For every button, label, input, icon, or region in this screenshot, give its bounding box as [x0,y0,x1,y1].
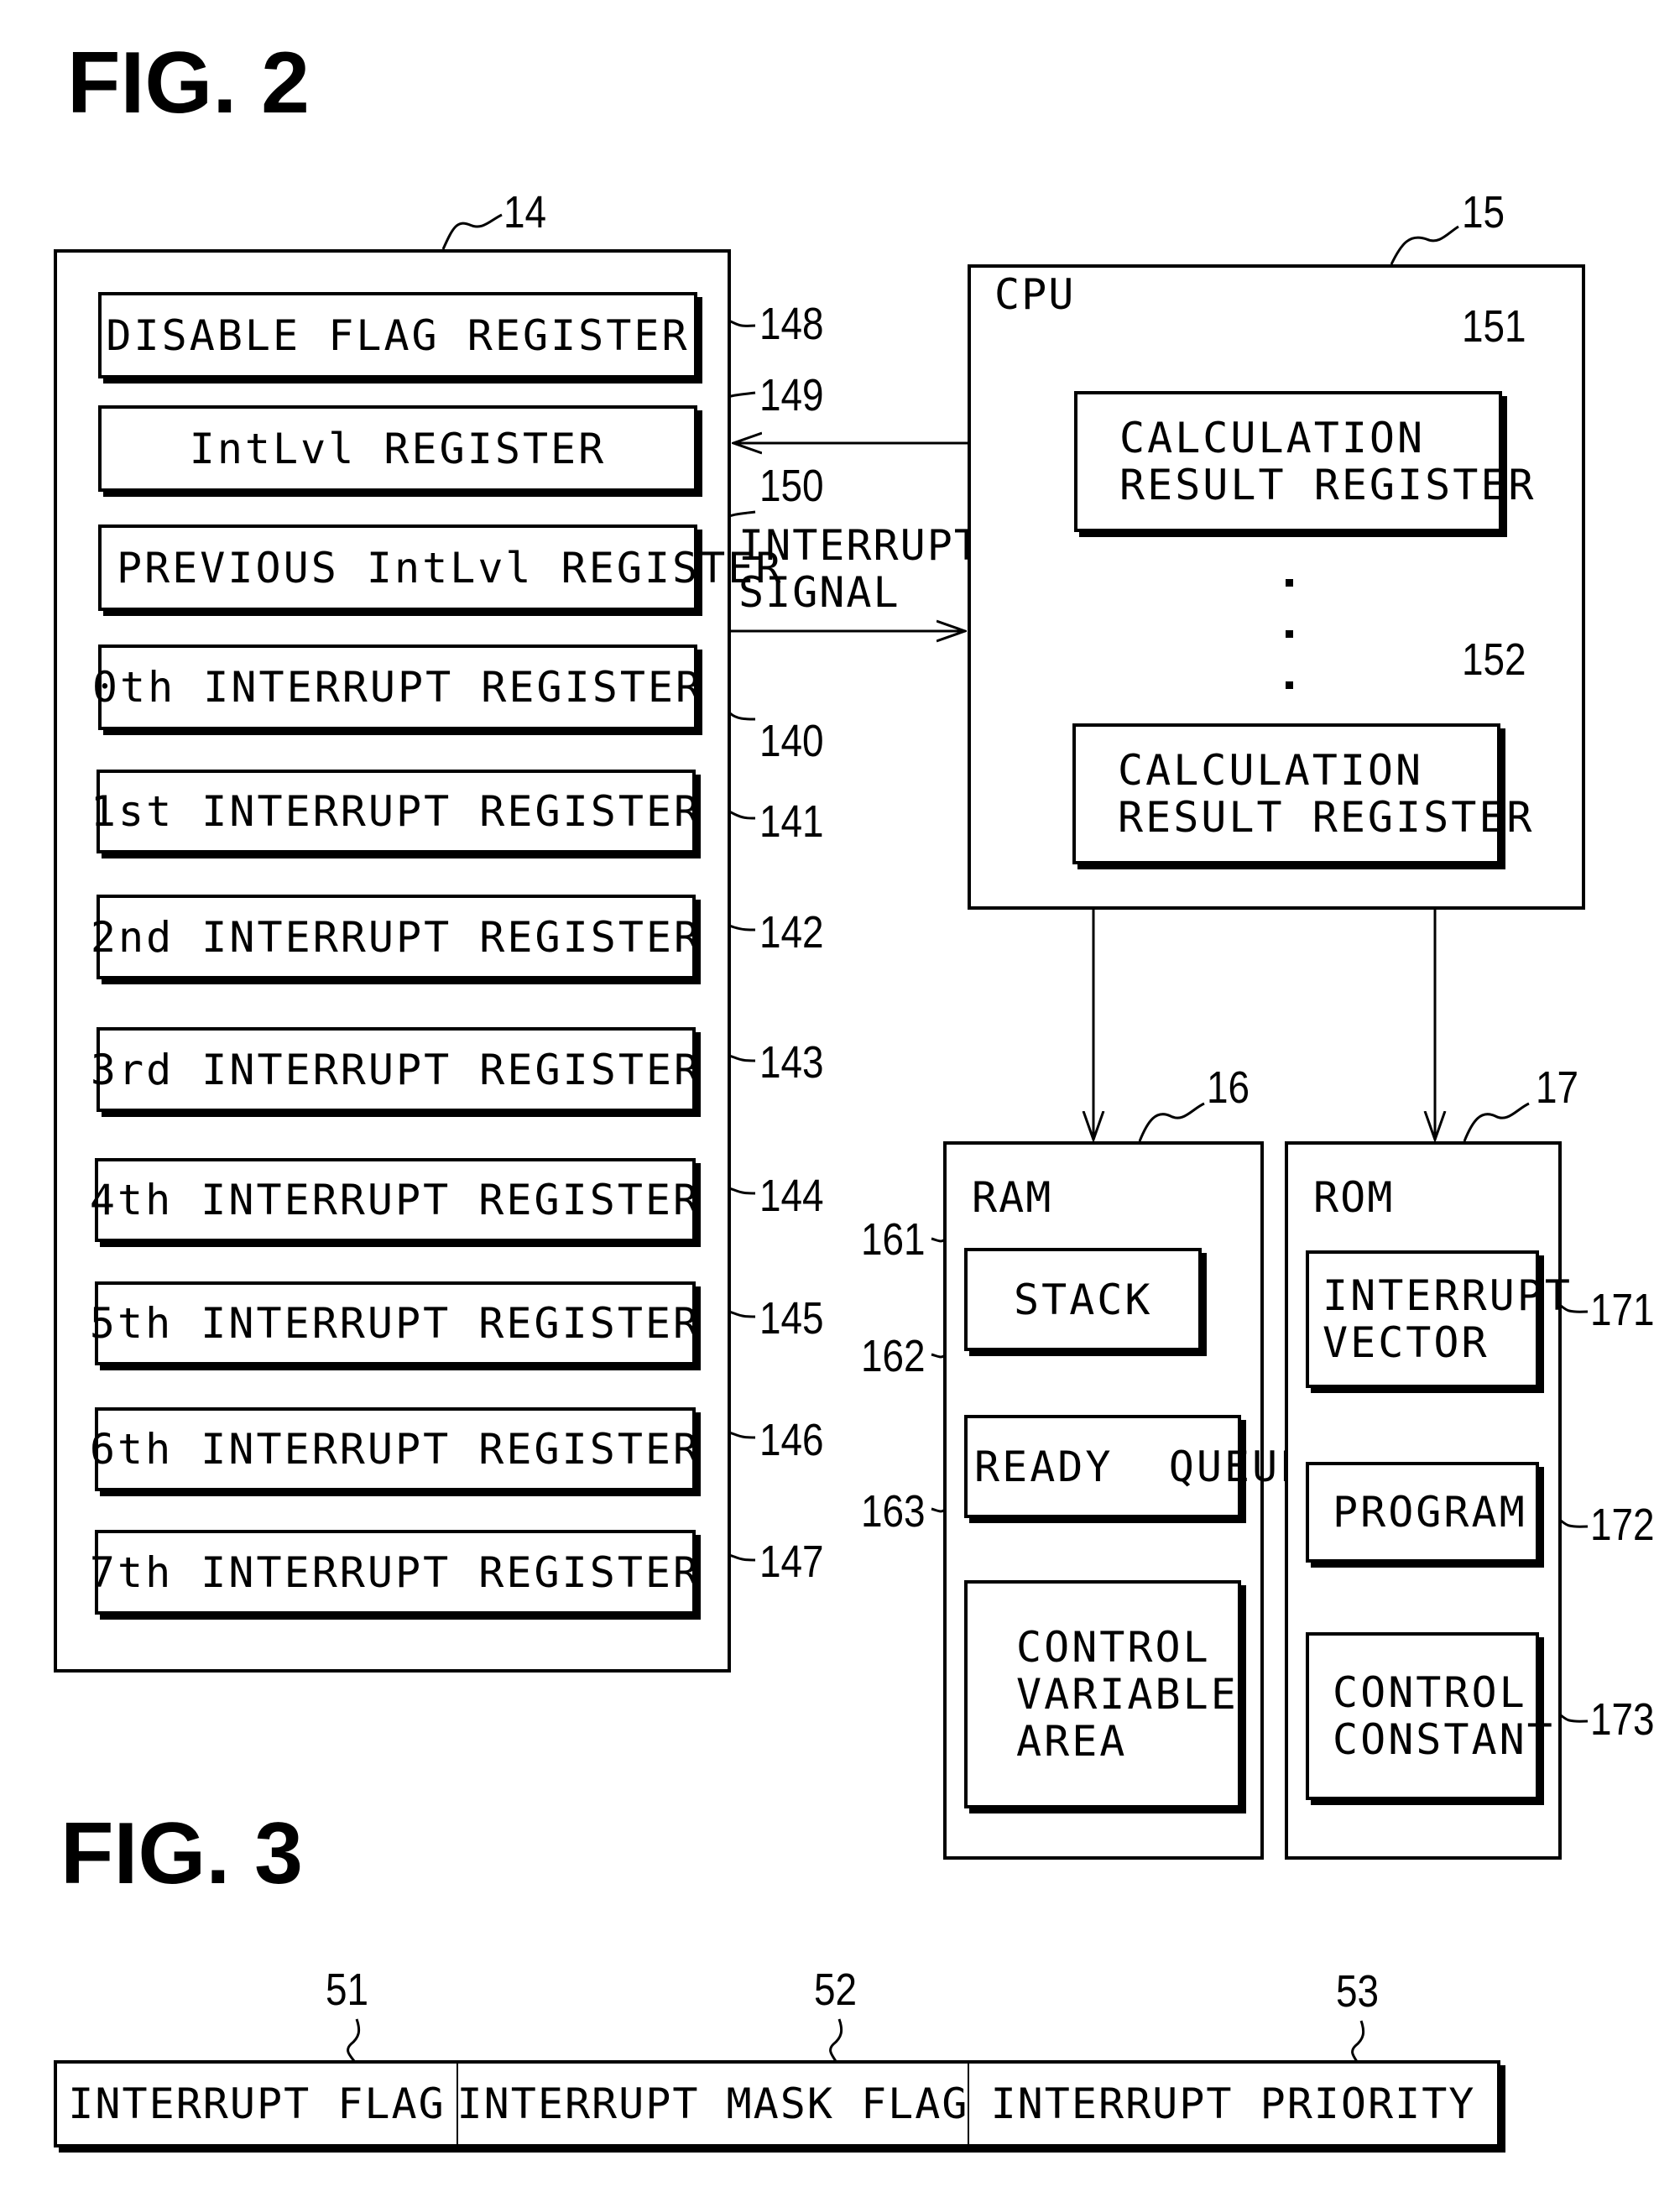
ram-cva-line1: CONTROL [1016,1623,1211,1672]
ref-172: 172 [1590,1500,1655,1550]
ram-ready-queue-label: READY QUEUE [974,1442,1308,1491]
calc-register-152-line1: CALCULATION [1118,746,1424,795]
leader-14 [441,213,503,250]
ref-145: 145 [759,1293,824,1344]
ram-ready-queue: READY QUEUE [964,1415,1305,1518]
ram-cva-line2: VARIABLE [1016,1670,1239,1719]
rom-control-constant: CONTROL CONSTANT [1306,1632,1552,1800]
ref-150: 150 [759,461,824,511]
cpu-title: CPU [994,270,1076,319]
ref-51: 51 [326,1965,369,2015]
calculation-result-register-151: CALCULATION RESULT REGISTER [1074,391,1534,532]
interrupt-signal-label: INTERRUPT SIGNAL [738,522,981,616]
ref-141: 141 [759,796,824,847]
ref-140: 140 [759,716,824,766]
ref-149: 149 [759,370,824,420]
leader-17 [1463,1102,1530,1142]
field-interrupt-flag: INTERRUPT FLAG [68,2080,446,2128]
ram-stack: STACK [964,1248,1202,1351]
interrupt-signal-label-line1: INTERRUPT [738,521,981,570]
ref-15: 15 [1462,187,1505,237]
leader-51 [347,2018,361,2062]
figure-2-title: FIG. 2 [67,34,310,132]
field-interrupt-priority: INTERRUPT PRIORITY [990,2080,1476,2128]
ref-14: 14 [503,187,547,237]
interrupt-register-4: 4th INTERRUPT REGISTER [90,1158,698,1242]
rom-program-label: PROGRAM [1333,1488,1527,1537]
interrupt-register-2: 2nd INTERRUPT REGISTER [91,895,699,979]
rom-program: PROGRAM [1306,1462,1539,1563]
rom-iv-line2: VECTOR [1323,1318,1490,1367]
ram-cva-line3: AREA [1016,1717,1128,1766]
ram-stack-label: STACK [1014,1275,1153,1324]
interrupt-register-1: 1st INTERRUPT REGISTER [91,770,699,853]
interrupt-signal-label-line2: SIGNAL [738,568,900,617]
ref-171: 171 [1590,1285,1655,1335]
intlvl-register: IntLvl REGISTER [98,405,697,492]
field-interrupt-mask-flag: INTERRUPT MASK FLAG [457,2080,969,2128]
ref-161: 161 [861,1214,926,1265]
leader-15 [1390,225,1459,265]
ref-147: 147 [759,1537,824,1587]
interrupt-register-3: 3rd INTERRUPT REGISTER [91,1027,699,1112]
calc-register-151-line2: RESULT REGISTER [1119,461,1537,509]
figure-3-title: FIG. 3 [60,1805,303,1902]
leader-52 [829,2018,843,2064]
previous-intlvl-register: PREVIOUS IntLvl REGISTER [98,524,780,611]
rom-cc-line1: CONTROL [1333,1668,1527,1717]
interrupt-register-0: 0th INTERRUPT REGISTER [92,644,701,730]
interrupt-register-5: 5th INTERRUPT REGISTER [90,1281,698,1365]
ref-151: 151 [1462,301,1526,352]
rom-title: ROM [1313,1173,1395,1222]
ellipsis-dots [1286,579,1294,689]
interrupt-format-table: INTERRUPT FLAG INTERRUPT MASK FLAG INTER… [54,2060,1500,2147]
rom-cc-line2: CONSTANT [1333,1715,1555,1764]
interrupt-register-7: 7th INTERRUPT REGISTER [90,1530,698,1615]
ref-148: 148 [759,299,824,349]
ref-143: 143 [759,1037,824,1088]
ref-146: 146 [759,1415,824,1465]
ref-52: 52 [814,1965,858,2015]
ram-control-variable-area: CONTROL VARIABLE AREA [964,1580,1241,1808]
rom-interrupt-vector: INTERRUPT VECTOR [1306,1250,1570,1388]
calculation-result-register-152: CALCULATION RESULT REGISTER [1072,723,1532,864]
disable-flag-register: DISABLE FLAG REGISTER [98,292,697,378]
ref-163: 163 [861,1486,926,1537]
ram-title: RAM [972,1173,1053,1222]
calc-register-152-line2: RESULT REGISTER [1118,793,1535,842]
ref-173: 173 [1590,1694,1655,1745]
leader-53 [1351,2020,1365,2065]
ref-142: 142 [759,907,824,958]
ref-53: 53 [1336,1966,1380,2017]
ref-162: 162 [861,1331,926,1381]
ref-144: 144 [759,1171,824,1221]
rom-iv-line1: INTERRUPT [1323,1271,1573,1320]
ref-17: 17 [1536,1062,1579,1113]
ref-152: 152 [1462,634,1526,685]
calc-register-151-line1: CALCULATION [1119,414,1426,462]
ref-16: 16 [1207,1062,1250,1113]
leader-16 [1138,1102,1205,1142]
interrupt-register-6: 6th INTERRUPT REGISTER [90,1407,698,1491]
